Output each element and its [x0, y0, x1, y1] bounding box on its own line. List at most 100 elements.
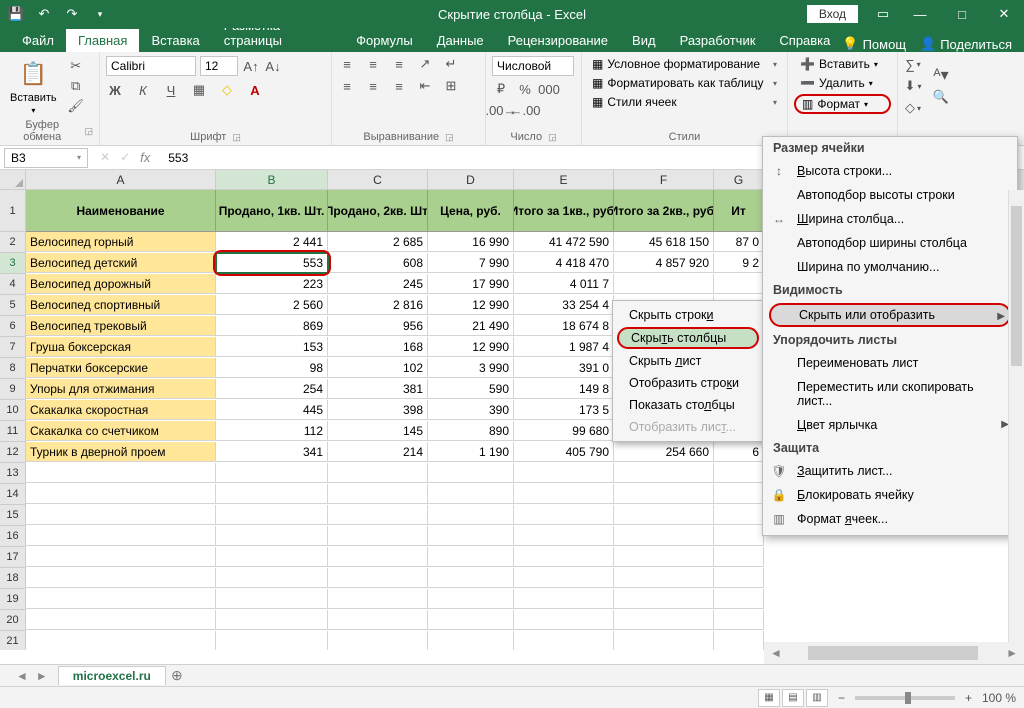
delete-cells-button[interactable]: ➖Удалить▾	[794, 75, 891, 91]
font-name-select[interactable]	[106, 56, 196, 76]
cell[interactable]	[26, 484, 216, 504]
row-header[interactable]: 6	[0, 316, 26, 337]
cell[interactable]: 153	[216, 337, 328, 357]
row-header[interactable]: 2	[0, 232, 26, 253]
cell[interactable]	[428, 631, 514, 650]
page-break-view-icon[interactable]: ▥	[806, 689, 828, 707]
conditional-formatting-button[interactable]: ▦Условное форматирование▾	[588, 56, 781, 72]
cell[interactable]: Турник в дверной проем	[26, 442, 216, 462]
cell[interactable]: 2 685	[328, 232, 428, 252]
cell[interactable]: 6	[714, 442, 764, 462]
cell[interactable]	[26, 610, 216, 630]
sort-filter-icon[interactable]: ᴬ▾	[932, 67, 950, 83]
align-center-icon[interactable]: ≡	[364, 78, 382, 94]
cell[interactable]: Велосипед детский	[26, 253, 216, 273]
find-icon[interactable]: 🔍	[932, 89, 950, 105]
cell[interactable]: Велосипед трековый	[26, 316, 216, 336]
fp-autofit-col[interactable]: Автоподбор ширины столбца	[763, 231, 1017, 255]
cell[interactable]: Скакалка скоростная	[26, 400, 216, 420]
tab-home[interactable]: Главная	[66, 29, 139, 52]
dialog-launcher-icon[interactable]: ◲	[84, 126, 93, 137]
cell[interactable]: Скакалка со счетчиком	[26, 421, 216, 441]
cell[interactable]	[614, 631, 714, 650]
qat-customize-icon[interactable]: ▾	[92, 6, 108, 22]
row-header[interactable]: 18	[0, 568, 26, 589]
fp-tab-color[interactable]: Цвет ярлычка▶	[763, 413, 1017, 437]
cancel-icon[interactable]: ✕	[100, 150, 110, 165]
save-icon[interactable]: 💾	[8, 6, 24, 22]
cell[interactable]: 149 8	[514, 379, 614, 399]
cell[interactable]	[714, 526, 764, 546]
cell[interactable]	[514, 568, 614, 588]
cell[interactable]: 4 857 920	[614, 253, 714, 273]
cell[interactable]	[714, 463, 764, 483]
cell[interactable]	[514, 463, 614, 483]
format-painter-icon[interactable]: 🖌	[67, 98, 85, 114]
ctx-item[interactable]: Скрыть столбцы	[617, 327, 759, 349]
minimize-icon[interactable]: —	[900, 0, 940, 28]
copy-icon[interactable]: ⧉	[67, 78, 85, 94]
cell[interactable]: 18 674 8	[514, 316, 614, 336]
cell[interactable]: 173 5	[514, 400, 614, 420]
cell[interactable]	[26, 589, 216, 609]
percent-icon[interactable]: %	[516, 81, 534, 97]
cell[interactable]	[514, 631, 614, 650]
cell[interactable]	[216, 463, 328, 483]
cell[interactable]	[514, 547, 614, 567]
cell[interactable]	[614, 505, 714, 525]
zoom-in-icon[interactable]: +	[965, 691, 972, 705]
cell[interactable]	[514, 505, 614, 525]
cell[interactable]: Велосипед горный	[26, 232, 216, 252]
cell[interactable]	[714, 589, 764, 609]
col-header-B[interactable]: B	[216, 170, 328, 190]
cell[interactable]: 1 190	[428, 442, 514, 462]
sheet-tab[interactable]: microexcel.ru	[58, 666, 166, 685]
page-layout-view-icon[interactable]: ▤	[782, 689, 804, 707]
fp-default-width[interactable]: Ширина по умолчанию...	[763, 255, 1017, 279]
tab-data[interactable]: Данные	[425, 29, 496, 52]
cell[interactable]: 398	[328, 400, 428, 420]
cell[interactable]	[714, 568, 764, 588]
cell[interactable]	[26, 505, 216, 525]
undo-icon[interactable]: ↶	[36, 6, 52, 22]
col-header-G[interactable]: G	[714, 170, 764, 190]
fp-row-height[interactable]: ↕Высота строки...	[763, 159, 1017, 183]
fill-color-icon[interactable]: ◇	[218, 82, 236, 98]
cell[interactable]: 223	[216, 274, 328, 294]
cell[interactable]	[614, 568, 714, 588]
cell[interactable]	[328, 526, 428, 546]
cell[interactable]: 168	[328, 337, 428, 357]
cell[interactable]	[428, 589, 514, 609]
cell[interactable]: 21 490	[428, 316, 514, 336]
tab-file[interactable]: Файл	[10, 29, 66, 52]
row-header[interactable]: 19	[0, 589, 26, 610]
dialog-launcher-icon[interactable]: ◲	[232, 132, 241, 143]
cell[interactable]	[714, 484, 764, 504]
close-icon[interactable]: ✕	[984, 0, 1024, 28]
cell[interactable]	[328, 547, 428, 567]
cell[interactable]	[216, 505, 328, 525]
cell[interactable]	[614, 274, 714, 294]
cell[interactable]	[328, 610, 428, 630]
cell[interactable]: 99 680	[514, 421, 614, 441]
cell[interactable]: 2 560	[216, 295, 328, 315]
cell[interactable]: 390	[428, 400, 514, 420]
paste-button[interactable]: 📋 Вставить ▾	[6, 56, 61, 117]
cell[interactable]	[216, 484, 328, 504]
bold-icon[interactable]: Ж	[106, 82, 124, 98]
cell[interactable]: 33 254 4	[514, 295, 614, 315]
cell[interactable]: 2 816	[328, 295, 428, 315]
cell[interactable]: 12 990	[428, 337, 514, 357]
cell[interactable]	[714, 547, 764, 567]
dec-decimal-icon[interactable]: ←.00	[516, 102, 534, 118]
enter-icon[interactable]: ✓	[120, 150, 130, 165]
fp-move[interactable]: Переместить или скопировать лист...	[763, 375, 1017, 413]
cell[interactable]	[328, 631, 428, 650]
cell[interactable]	[614, 610, 714, 630]
cell[interactable]	[328, 589, 428, 609]
ctx-item[interactable]: Скрыть лист	[615, 350, 761, 372]
cell[interactable]: 9 2	[714, 253, 764, 273]
grow-font-icon[interactable]: A↑	[242, 58, 260, 74]
row-header[interactable]: 21	[0, 631, 26, 650]
tab-help[interactable]: Справка	[767, 29, 842, 52]
